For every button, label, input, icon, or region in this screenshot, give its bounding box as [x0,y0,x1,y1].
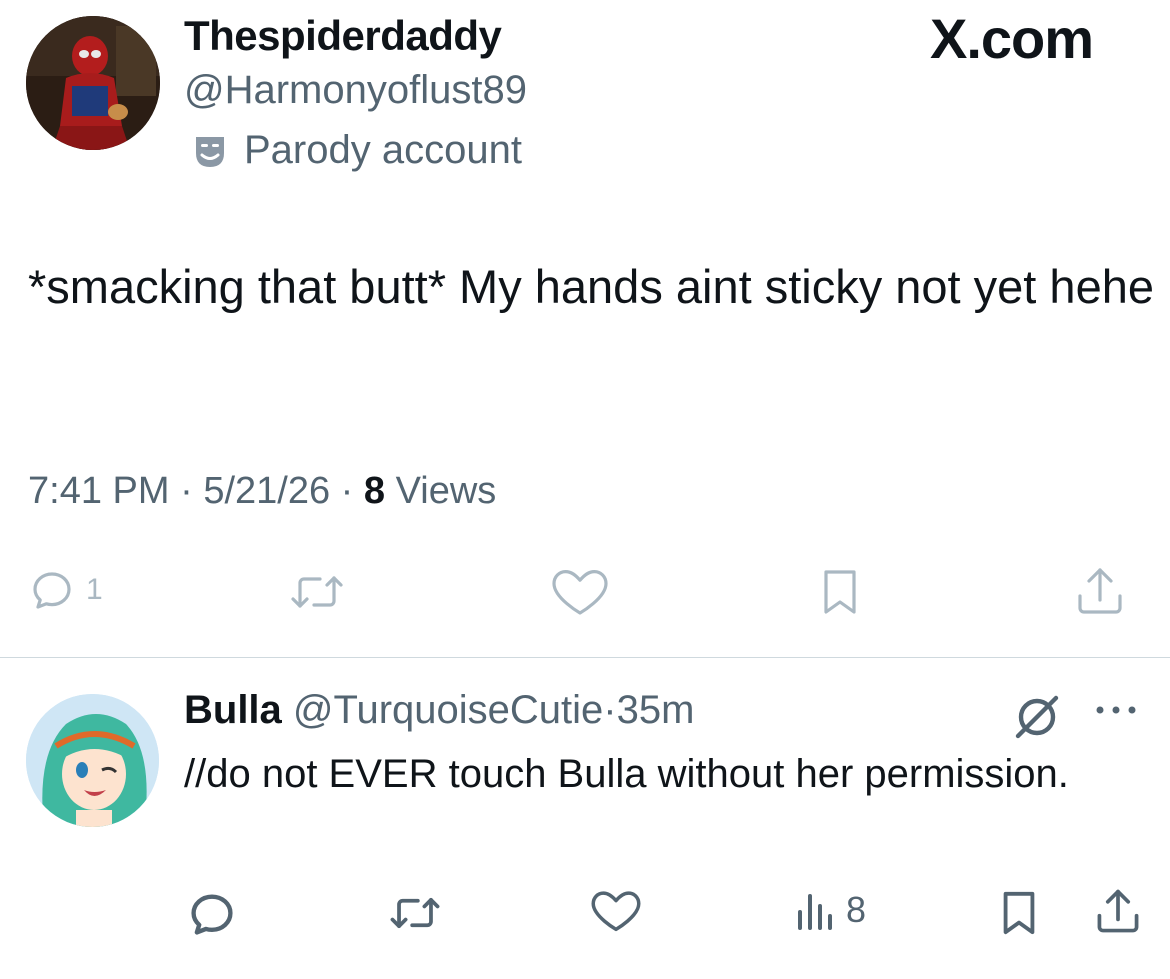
meta-separator: · [603,688,617,732]
reply-header: Bulla @TurquoiseCutie·35m [184,688,694,733]
grok-button[interactable] [1012,692,1062,747]
reply-author-handle[interactable]: @TurquoiseCutie [293,688,603,732]
views-icon [798,894,832,930]
like-button[interactable] [548,566,612,618]
like-icon [552,570,608,615]
views-label: Views [395,470,497,512]
reply-time[interactable]: 35m [617,688,695,732]
reply-author-name[interactable]: Bulla [184,688,282,732]
spiderman-avatar-image [26,16,160,150]
anime-girl-avatar-image [26,694,159,827]
parody-mask-icon [190,131,230,171]
tweet-metadata: 7:41 PM · 5/21/26 · 8 Views [28,470,496,513]
like-icon [591,891,641,932]
author-display-name[interactable]: Thespiderdaddy [184,12,502,60]
reply-reply-button[interactable] [186,888,238,940]
repost-button[interactable] [284,568,350,616]
grok-icon [1015,695,1059,739]
views-count: 8 [363,470,386,512]
repost-icon [390,897,440,929]
more-icon [1096,706,1136,714]
parody-account-label: Parody account [190,128,522,173]
tweet-divider [0,657,1170,658]
author-handle[interactable]: @Harmonyoflust89 [184,68,527,113]
reply-views-count: 8 [846,889,867,930]
bookmark-button[interactable] [816,566,864,618]
reply-icon [33,572,71,609]
more-options-button[interactable] [1092,700,1140,725]
brand-logo-text: X.com [930,7,1094,70]
bookmark-icon [824,570,856,614]
reply-like-button[interactable] [588,888,644,934]
repost-icon [291,576,343,608]
reply-icon [191,894,233,935]
reply-count: 1 [86,573,103,606]
meta-separator: · [180,470,204,512]
reply-bookmark-button[interactable] [996,888,1042,938]
reply-share-button[interactable] [1092,886,1144,938]
reply-button[interactable]: 1 [28,566,103,614]
share-button[interactable] [1072,564,1128,620]
parody-label-text: Parody account [244,128,522,172]
reply-author-avatar[interactable] [26,694,159,827]
share-icon [1097,889,1139,933]
tweet-time[interactable]: 7:41 PM [28,470,170,512]
tweet-date[interactable]: 5/21/26 [203,470,330,512]
author-avatar[interactable] [26,16,160,150]
tweet-text: *smacking that butt* My hands aint stick… [28,260,1154,313]
reply-text: //do not EVER touch Bulla without her pe… [184,752,1069,796]
reply-repost-button[interactable] [384,890,446,936]
reply-views-button[interactable]: 8 [796,888,866,932]
share-icon [1078,568,1122,614]
meta-separator: · [340,470,364,512]
bookmark-icon [1003,891,1035,935]
